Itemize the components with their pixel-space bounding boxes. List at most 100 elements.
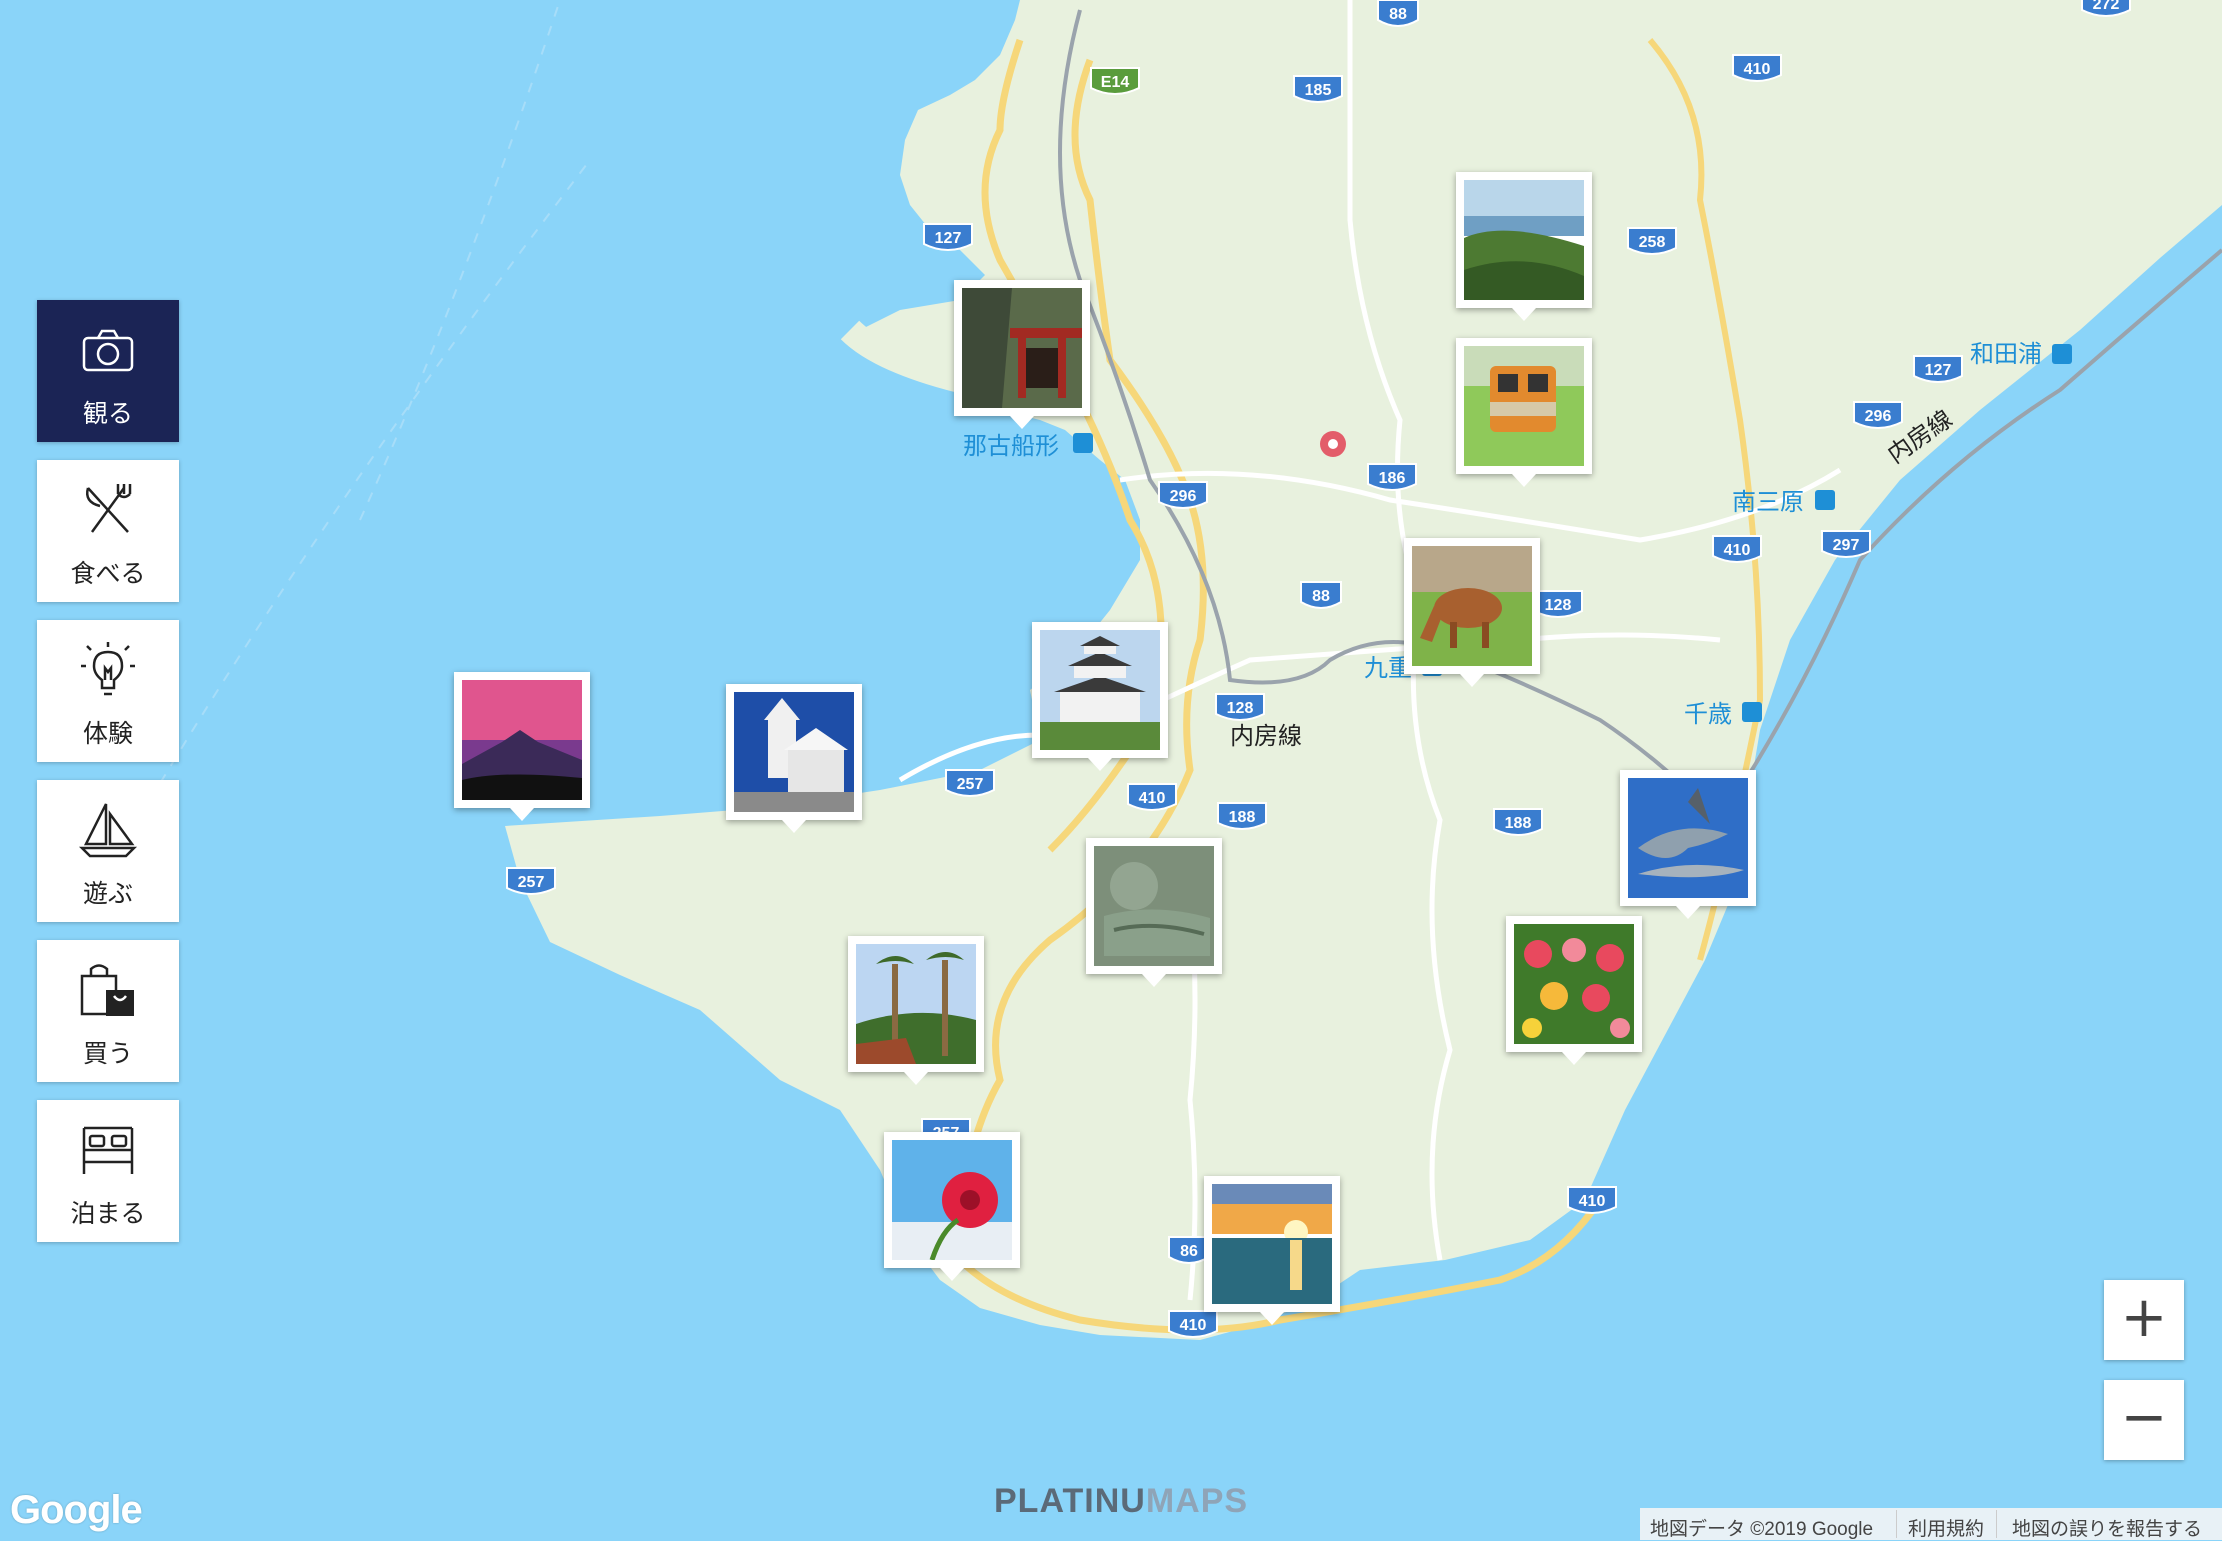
spot-pin-church[interactable]: [726, 684, 862, 833]
route-shield-number: 257: [518, 874, 545, 891]
route-shield-number: 88: [1312, 588, 1330, 605]
spot-pin-shrine[interactable]: [954, 280, 1090, 429]
route-shield-number: 410: [1139, 790, 1166, 807]
category-tomaru[interactable]: 泊まる: [37, 1100, 179, 1242]
route-shield: E14: [1090, 67, 1140, 95]
route-shield-number: 297: [1833, 537, 1860, 554]
route-shield-number: 410: [1744, 61, 1771, 78]
route-shield: 88: [1300, 581, 1342, 609]
dolphin-photo-icon: [1628, 778, 1748, 898]
church-photo-icon: [734, 692, 854, 812]
route-shield: 297: [1821, 530, 1871, 558]
route-shield: 127: [1913, 355, 1963, 383]
category-label: 体験: [82, 719, 133, 748]
mount-fuji-sunset-photo-icon: [462, 680, 582, 800]
route-shield: 185: [1293, 75, 1343, 103]
route-shield-number: 257: [957, 776, 984, 793]
route-shield: 88: [1377, 0, 1419, 27]
flower-field-photo-icon: [1514, 924, 1634, 1044]
map-attribution-bar: 地図データ ©2019 Google 利用規約 地図の誤りを報告する: [1640, 1508, 2222, 1540]
sailboat-icon: [78, 803, 138, 858]
google-logo[interactable]: Google: [10, 1488, 143, 1533]
coastal-forest-photo-icon: [1464, 180, 1584, 300]
route-shield-number: 258: [1639, 234, 1666, 251]
svg-text:那古船形: 那古船形: [963, 432, 1059, 460]
route-shield-number: 188: [1505, 815, 1532, 832]
svg-text:南三原: 南三原: [1732, 488, 1804, 516]
category-kau[interactable]: 買う: [37, 940, 179, 1082]
brand-part-a: PLATINU: [994, 1482, 1146, 1520]
lightbulb-icon: [81, 642, 135, 696]
station-icon: [1073, 433, 1093, 453]
red-flower-photo-icon: [892, 1140, 1012, 1260]
route-shield-number: 86: [1180, 1243, 1198, 1260]
zoom-in-button[interactable]: +: [2104, 1280, 2184, 1360]
route-shield: 128: [1533, 590, 1583, 618]
report-error-link[interactable]: 地図の誤りを報告する: [2012, 1514, 2202, 1541]
camera-icon: [82, 329, 134, 372]
category-label: 泊まる: [70, 1199, 146, 1228]
copyright-text: 地図データ ©2019 Google: [1650, 1519, 1874, 1540]
zoom-in-label: +: [2120, 1285, 2168, 1350]
spot-pin-castle[interactable]: [1032, 622, 1168, 771]
route-shield-number: 188: [1229, 809, 1256, 826]
station-icon: [1742, 702, 1762, 722]
category-miru[interactable]: 観る: [37, 300, 179, 442]
spot-pin-sunset-beach[interactable]: [1204, 1176, 1340, 1325]
spot-pin-aquarium[interactable]: [1620, 770, 1756, 919]
station-icon: [2052, 344, 2072, 364]
route-shield: 410: [1712, 535, 1762, 563]
category-label: 遊ぶ: [82, 879, 133, 908]
rail-line-label: 内房線: [1230, 722, 1302, 750]
bed-icon: [82, 1126, 134, 1174]
spot-pin-flowers[interactable]: [1506, 916, 1642, 1065]
reclining-buddha-photo-icon: [1094, 846, 1214, 966]
route-shield-number: 128: [1545, 597, 1572, 614]
shopping-bag-icon: [80, 964, 134, 1016]
shrine-cliff-photo-icon: [962, 288, 1082, 408]
zoom-out-button[interactable]: −: [2104, 1380, 2184, 1460]
route-shield-number: 127: [935, 230, 962, 247]
zoom-out-label: −: [2120, 1385, 2168, 1450]
svg-text:千歳: 千歳: [1684, 700, 1732, 728]
route-shield: 257: [945, 769, 995, 797]
route-shield: 128: [1215, 693, 1265, 721]
route-shield-number: 296: [1865, 408, 1892, 425]
spot-pin-coast-view[interactable]: [1456, 172, 1592, 321]
spot-pin-train[interactable]: [1456, 338, 1592, 487]
palm-trees-photo-icon: [856, 944, 976, 1064]
route-shield-number: 88: [1389, 6, 1407, 23]
station-icon: [1815, 490, 1835, 510]
divider: [1996, 1510, 1997, 1538]
spot-pin-red-flower[interactable]: [884, 1132, 1020, 1281]
route-shield-number: E14: [1101, 74, 1130, 91]
route-shield: 127: [923, 223, 973, 251]
spot-pin-sunset-fuji[interactable]: [454, 672, 590, 821]
route-shield: 296: [1158, 481, 1208, 509]
category-label: 観る: [82, 399, 133, 428]
station-label[interactable]: 和田浦: [1970, 340, 2072, 368]
spot-pin-buddha[interactable]: [1086, 838, 1222, 987]
terms-link[interactable]: 利用規約: [1908, 1514, 1984, 1541]
route-shield: 186: [1367, 463, 1417, 491]
category-asobu[interactable]: 遊ぶ: [37, 780, 179, 922]
route-shield-number: 185: [1305, 82, 1332, 99]
train-photo-icon: [1464, 346, 1584, 466]
platinumaps-logo[interactable]: PLATINUMAPS: [994, 1482, 1248, 1521]
svg-text:和田浦: 和田浦: [1970, 340, 2042, 368]
route-shield: 188: [1217, 802, 1267, 830]
poi-marker[interactable]: [1320, 431, 1346, 457]
spot-pin-farm[interactable]: [1404, 538, 1540, 687]
route-shield: 296: [1853, 401, 1903, 429]
route-shield-number: 296: [1170, 488, 1197, 505]
category-taberu[interactable]: 食べる: [37, 460, 179, 602]
route-shield: 272: [2081, 0, 2131, 17]
category-label: 買う: [82, 1039, 133, 1068]
route-shield: 188: [1493, 808, 1543, 836]
spot-pin-palms[interactable]: [848, 936, 984, 1085]
category-taiken[interactable]: 体験: [37, 620, 179, 762]
route-shield: 410: [1567, 1186, 1617, 1214]
route-shield: 258: [1627, 227, 1677, 255]
route-shield: 410: [1168, 1310, 1218, 1338]
route-shield: 86: [1168, 1236, 1210, 1264]
